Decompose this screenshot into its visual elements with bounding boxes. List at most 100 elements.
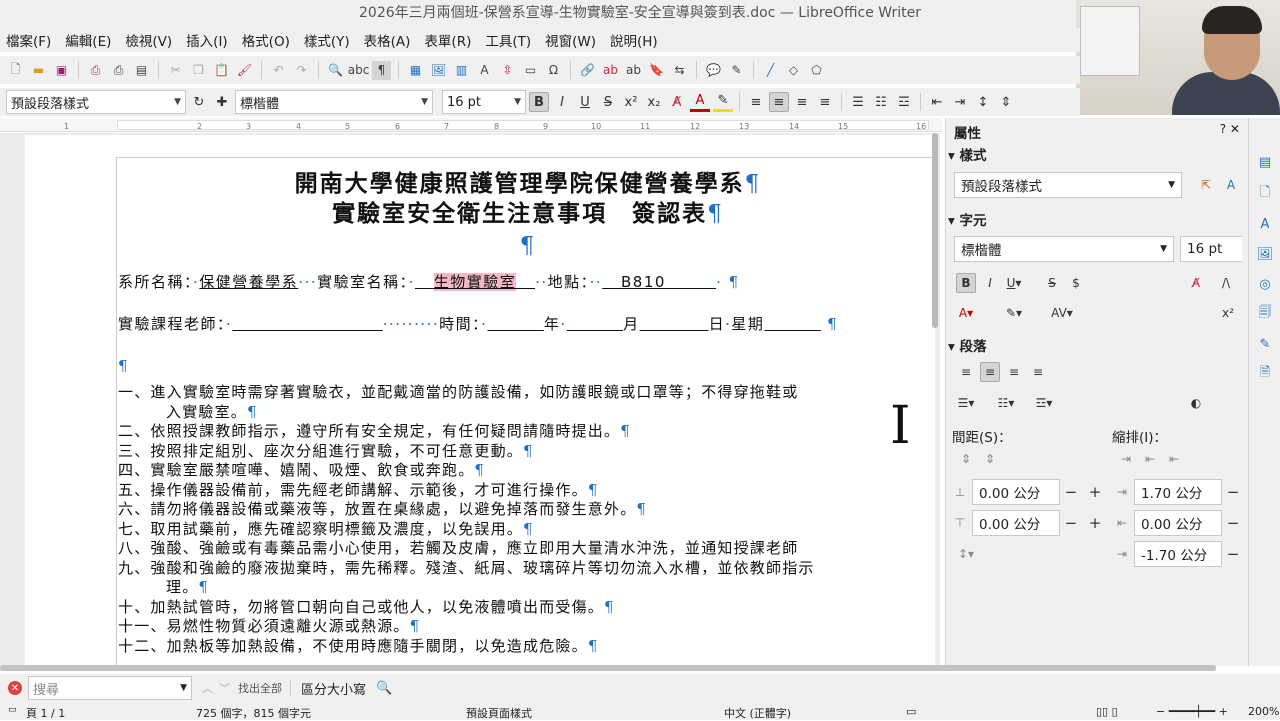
track-changes-icon[interactable]: ✎ [727, 61, 746, 80]
page-tab-icon[interactable]: 🗋 [1255, 184, 1275, 204]
before-indent-decrement[interactable]: − [1222, 479, 1244, 505]
menu-window[interactable]: 視窗(W) [545, 30, 596, 50]
sidebar-align-left-icon[interactable]: ≡ [956, 362, 976, 382]
menu-styles[interactable]: 樣式(Y) [304, 30, 350, 50]
decrease-indent-icon[interactable]: ⇤ [927, 92, 947, 112]
paragraph-style-combo[interactable]: 預設段落樣式 ▼ [6, 90, 186, 114]
after-indent-decrement[interactable]: − [1222, 510, 1244, 536]
numbered-list-icon[interactable]: ☷ [871, 92, 891, 112]
sidebar-spacing-icon[interactable]: AV▾ [1051, 303, 1073, 323]
close-icon[interactable]: ? ✕ [1220, 122, 1240, 136]
update-style-icon[interactable]: ↻ [189, 92, 209, 112]
sidebar-size-combo[interactable]: 16 pt [1180, 236, 1242, 262]
undo-icon[interactable]: ↶ [269, 61, 288, 80]
insert-image-icon[interactable]: 🖼 [429, 61, 448, 80]
close-find-bar-icon[interactable]: ✕ [8, 681, 22, 695]
insert-hyperlink-icon[interactable]: 🔗 [578, 61, 597, 80]
menu-form[interactable]: 表單(R) [424, 30, 471, 50]
sidebar-italic-button[interactable]: I [980, 273, 1000, 293]
print-icon[interactable]: ⎙ [109, 61, 128, 80]
navigator-tab-icon[interactable]: ◎ [1255, 274, 1275, 294]
sidebar-underline-button[interactable]: U ▾ [1004, 273, 1024, 293]
sidebar-outline-icon[interactable]: ☲▾ [1034, 393, 1054, 413]
sidebar-justify-icon[interactable]: ≡ [1028, 362, 1048, 382]
menu-tools[interactable]: 工具(T) [485, 30, 531, 50]
font-color-icon[interactable]: A [690, 92, 710, 112]
italic-button[interactable]: I [552, 92, 572, 112]
find-previous-icon[interactable]: ︿ [202, 680, 213, 696]
formatting-marks-icon[interactable]: ¶ [372, 60, 391, 80]
new-style-icon[interactable]: A [1221, 175, 1241, 195]
save-icon[interactable]: ▣ [52, 61, 71, 80]
insert-chart-icon[interactable]: ▥ [452, 61, 471, 80]
properties-tab-icon[interactable]: ▤ [1255, 152, 1275, 172]
show-draw-functions-icon[interactable]: ⬠ [807, 61, 826, 80]
insert-page-break-icon[interactable]: ⇳ [498, 61, 517, 80]
highlight-color-icon[interactable]: ✎ [713, 92, 733, 112]
menu-table[interactable]: 表格(A) [364, 30, 411, 50]
decrease-paragraph-spacing-icon[interactable]: ⇕ [980, 449, 1000, 469]
print-preview-icon[interactable]: ▤ [132, 61, 151, 80]
sidebar-font-combo[interactable]: 標楷體 ▼ [954, 236, 1174, 262]
clone-formatting-icon[interactable]: 🖌 [235, 61, 254, 80]
character-section-header[interactable]: ▾ 字元 [948, 209, 986, 229]
underline-button[interactable]: U [575, 92, 595, 112]
increase-paragraph-spacing-icon[interactable]: ⇕ [956, 449, 976, 469]
view-layout-icons[interactable]: ▯▯ ▯ [1096, 705, 1118, 718]
redo-icon[interactable]: ↷ [292, 61, 311, 80]
find-replace-icon[interactable]: 🔍 [376, 681, 392, 696]
after-text-indent-input[interactable]: 0.00 公分 [1134, 510, 1222, 536]
paragraph-section-header[interactable]: ▾ 段落 [948, 335, 986, 355]
sidebar-superscript-icon[interactable]: x² [1218, 303, 1238, 323]
insert-textbox-icon[interactable]: A [475, 61, 494, 80]
horizontal-scrollbar[interactable] [0, 665, 1216, 671]
styles-tab-icon[interactable]: A [1255, 214, 1275, 234]
sidebar-shadow-button[interactable]: $ [1066, 273, 1086, 293]
sidebar-bold-button[interactable]: B [956, 273, 976, 293]
bullet-list-icon[interactable]: ☰ [848, 92, 868, 112]
sidebar-bullets-icon[interactable]: ☰▾ [956, 393, 976, 413]
align-left-icon[interactable]: ≡ [746, 92, 766, 112]
horizontal-ruler[interactable]: 1 2 3 4 5 6 7 8 9 10 11 12 13 14 15 16 [0, 118, 942, 132]
export-pdf-icon[interactable]: ⎙ [86, 61, 105, 80]
zoom-level[interactable]: 200% [1248, 705, 1279, 718]
insert-endnote-icon[interactable]: ab [624, 61, 643, 80]
first-line-decrement[interactable]: − [1222, 541, 1244, 567]
sidebar-align-center-icon[interactable]: ≡ [980, 362, 1000, 382]
above-paragraph-spacing-input[interactable]: 0.00 公分 [972, 479, 1060, 505]
font-name-combo[interactable]: 標楷體 ▼ [235, 90, 433, 114]
sidebar-numbering-icon[interactable]: ☷▾ [996, 393, 1016, 413]
first-line-indent-input[interactable]: -1.70 公分 [1134, 541, 1222, 567]
line-spacing-icon[interactable]: ↕ [973, 92, 993, 112]
sidebar-background-color-icon[interactable]: ◐ [1186, 393, 1206, 413]
sidebar-highlight-icon[interactable]: ✎▾ [1004, 303, 1024, 323]
sidebar-align-right-icon[interactable]: ≡ [1004, 362, 1024, 382]
horizontal-scroll-thumb[interactable] [0, 665, 1216, 671]
insert-comment-icon[interactable]: 💬 [704, 61, 723, 80]
sidebar-style-combo[interactable]: 預設段落樣式 ▼ [954, 172, 1182, 198]
manage-changes-tab-icon[interactable]: ✎ [1255, 334, 1275, 354]
sidebar-font-color-icon[interactable]: A▾ [956, 303, 976, 323]
open-folder-icon[interactable]: ▬ [29, 61, 48, 80]
before-text-indent-input[interactable]: 1.70 公分 [1134, 479, 1222, 505]
insert-special-character-icon[interactable]: Ω [544, 61, 563, 80]
clear-formatting-icon[interactable]: A̸ [667, 92, 687, 112]
selection-mode-icon[interactable]: ▭ [906, 705, 916, 718]
align-right-icon[interactable]: ≡ [792, 92, 812, 112]
menu-edit[interactable]: 編輯(E) [65, 30, 111, 50]
font-size-combo[interactable]: 16 pt ▼ [442, 90, 526, 114]
insert-bookmark-icon[interactable]: 🔖 [647, 61, 666, 80]
increase-indent-icon[interactable]: ⇥ [1116, 449, 1136, 469]
below-spacing-increment[interactable]: + [1084, 510, 1106, 536]
copy-icon[interactable]: ❐ [189, 61, 208, 80]
below-spacing-decrement[interactable]: − [1060, 510, 1082, 536]
bold-button[interactable]: B [529, 92, 549, 112]
subscript-button[interactable]: x₂ [644, 92, 664, 112]
paragraph-spacing-icon[interactable]: ⇕ [996, 92, 1016, 112]
sidebar-case-icon[interactable]: /\ [1216, 273, 1236, 293]
spelling-icon[interactable]: abc [348, 61, 370, 80]
find-replace-icon[interactable]: 🔍 [326, 61, 345, 80]
increase-indent-icon[interactable]: ⇥ [950, 92, 970, 112]
basic-shapes-icon[interactable]: ◇ [784, 61, 803, 80]
superscript-button[interactable]: x² [621, 92, 641, 112]
